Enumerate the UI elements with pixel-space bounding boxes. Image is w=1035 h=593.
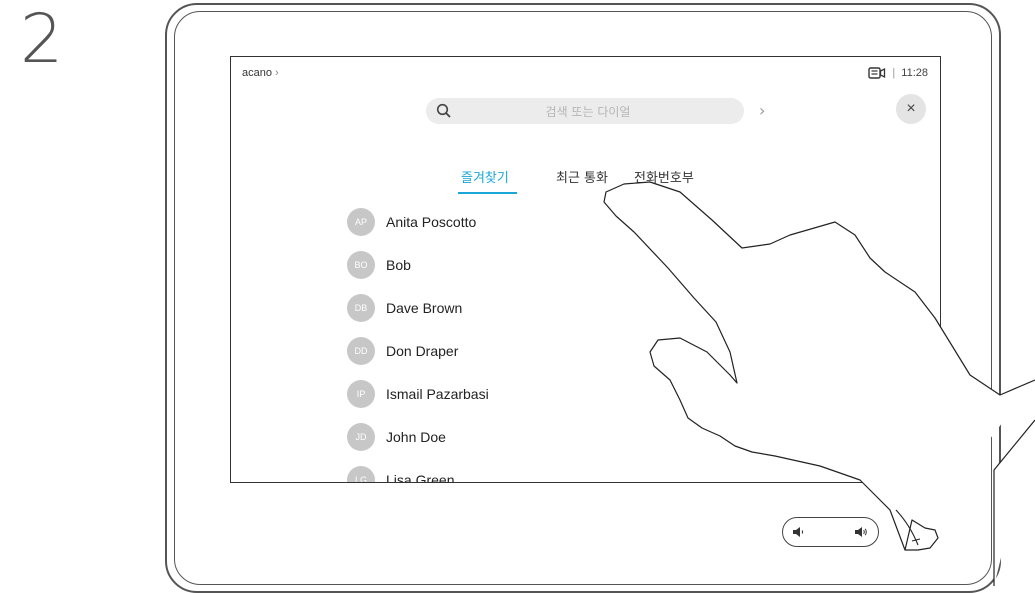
contact-name: Ismail Pazarbasi xyxy=(386,386,489,402)
forward-chevron-icon[interactable]: › xyxy=(759,101,765,120)
tab-favorites[interactable]: 즐겨찾기 xyxy=(458,167,517,194)
contact-name: Anita Poscotto xyxy=(386,214,477,230)
avatar: IP xyxy=(347,380,375,408)
volume-control[interactable] xyxy=(782,517,879,547)
list-item[interactable]: DB Dave Brown xyxy=(347,293,462,323)
contact-name: Lisa Green xyxy=(386,472,455,483)
search-bar[interactable] xyxy=(426,98,744,126)
list-item[interactable]: IP Ismail Pazarbasi xyxy=(347,379,489,409)
tab-directory[interactable]: 전화번호부 xyxy=(634,167,694,192)
avatar: LG xyxy=(347,466,375,482)
contact-name: John Doe xyxy=(386,429,446,445)
tab-bar: 즐겨찾기 최근 통화 전화번호부 xyxy=(231,167,940,194)
close-icon: × xyxy=(906,100,916,117)
avatar: DB xyxy=(347,294,375,322)
contact-name: Don Draper xyxy=(386,343,459,359)
list-item[interactable]: JD John Doe xyxy=(347,422,446,452)
list-item[interactable]: DD Don Draper xyxy=(347,336,458,366)
step-number: 2 xyxy=(20,0,64,79)
tab-recent-calls[interactable]: 최근 통화 xyxy=(556,167,608,192)
clock-time: 11:28 xyxy=(901,67,928,79)
list-item[interactable]: BO Bob xyxy=(347,250,411,280)
camera-icon xyxy=(868,67,886,79)
volume-up-icon[interactable] xyxy=(854,526,868,538)
volume-down-icon[interactable] xyxy=(792,526,806,538)
contact-name: Bob xyxy=(386,257,411,273)
touch-screen: acano › | 11:28 › × 즐겨찾기 최근 통화 전화번호부 AP … xyxy=(230,56,941,483)
avatar: BO xyxy=(347,251,375,279)
list-item[interactable]: LG Lisa Green xyxy=(347,465,455,483)
brand-label: acano xyxy=(242,67,272,79)
search-icon xyxy=(436,103,451,118)
brand-chevron-icon: › xyxy=(275,67,279,79)
brand-breadcrumb[interactable]: acano › xyxy=(242,67,279,79)
search-input[interactable] xyxy=(466,98,710,126)
status-bar: | 11:28 xyxy=(868,67,928,79)
avatar: JD xyxy=(347,423,375,451)
list-item[interactable]: AP Anita Poscotto xyxy=(347,207,476,237)
status-separator: | xyxy=(892,67,896,79)
close-button[interactable]: × xyxy=(896,94,926,124)
contact-name: Dave Brown xyxy=(386,300,463,316)
avatar: AP xyxy=(347,208,375,236)
avatar: DD xyxy=(347,337,375,365)
